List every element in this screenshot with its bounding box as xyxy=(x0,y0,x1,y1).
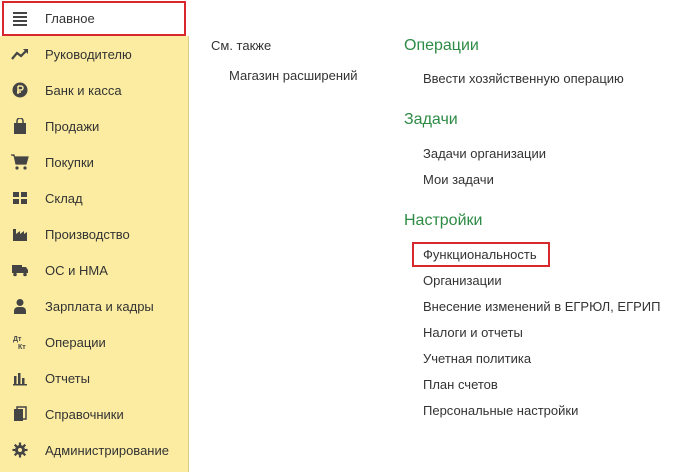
sidebar-item-label: Банк и касса xyxy=(45,82,122,98)
warehouse-grid-icon xyxy=(11,189,29,207)
shopping-bag-icon xyxy=(11,117,29,135)
sidebar-item-label: Отчеты xyxy=(45,370,90,386)
link-organization-tasks[interactable]: Задачи организации xyxy=(423,146,546,161)
person-icon xyxy=(11,297,29,315)
sidebar-item-label: Администрирование xyxy=(45,442,169,458)
sidebar-item-directories[interactable]: Справочники xyxy=(0,396,189,432)
ruble-coin-icon xyxy=(11,81,29,99)
sidebar-item-label: Склад xyxy=(45,190,83,206)
books-icon xyxy=(11,405,29,423)
sidebar-item-administration[interactable]: Администрирование xyxy=(0,432,189,468)
svg-text:Кт: Кт xyxy=(18,344,26,350)
sidebar-item-warehouse[interactable]: Склад xyxy=(0,180,189,216)
sidebar-nav: Главное Руководителю Банк и касса Продаж… xyxy=(0,0,189,472)
section-title-operations: Операции xyxy=(404,37,479,54)
link-my-tasks[interactable]: Мои задачи xyxy=(423,172,494,187)
link-accounting-policy[interactable]: Учетная политика xyxy=(423,351,531,366)
sidebar-item-label: Покупки xyxy=(45,154,94,170)
factory-icon xyxy=(11,225,29,243)
link-functionality[interactable]: Функциональность xyxy=(423,247,537,262)
gear-icon xyxy=(11,441,29,459)
sidebar-item-label: Операции xyxy=(45,334,106,350)
bar-chart-icon xyxy=(11,369,29,387)
sidebar-item-main[interactable]: Главное xyxy=(0,0,189,36)
sidebar-item-fixed-assets[interactable]: ОС и НМА xyxy=(0,252,189,288)
sidebar-item-manager[interactable]: Руководителю xyxy=(0,36,189,72)
link-taxes-and-reports[interactable]: Налоги и отчеты xyxy=(423,325,523,340)
link-egrul-changes[interactable]: Внесение изменений в ЕГРЮЛ, ЕГРИП xyxy=(423,299,660,314)
trend-chart-icon xyxy=(11,45,29,63)
see-also-heading: См. также xyxy=(211,38,272,53)
link-chart-of-accounts[interactable]: План счетов xyxy=(423,377,498,392)
sidebar-item-label: Производство xyxy=(45,226,130,242)
sidebar-item-label: Продажи xyxy=(45,118,100,134)
sidebar-item-label: Главное xyxy=(45,10,95,26)
truck-icon xyxy=(11,261,29,279)
sidebar-item-label: ОС и НМА xyxy=(45,262,108,278)
link-organizations[interactable]: Организации xyxy=(423,273,502,288)
section-title-settings: Настройки xyxy=(404,212,483,229)
sidebar-item-label: Руководителю xyxy=(45,46,132,62)
sidebar-item-label: Справочники xyxy=(45,406,124,422)
extensions-store-link[interactable]: Магазин расширений xyxy=(229,68,358,83)
sidebar-item-production[interactable]: Производство xyxy=(0,216,189,252)
sidebar-item-bank[interactable]: Банк и касса xyxy=(0,72,189,108)
svg-text:Дт: Дт xyxy=(13,336,22,343)
shopping-cart-icon xyxy=(11,153,29,171)
sidebar-item-salary[interactable]: Зарплата и кадры xyxy=(0,288,189,324)
debit-credit-icon: Дт Кт xyxy=(11,333,29,351)
link-personal-settings[interactable]: Персональные настройки xyxy=(423,403,578,418)
link-enter-business-operation[interactable]: Ввести хозяйственную операцию xyxy=(423,71,624,86)
section-title-tasks: Задачи xyxy=(404,111,458,128)
sidebar-item-operations[interactable]: Дт Кт Операции xyxy=(0,324,189,360)
hamburger-menu-icon xyxy=(11,9,29,27)
sidebar-item-reports[interactable]: Отчеты xyxy=(0,360,189,396)
sidebar-item-sales[interactable]: Продажи xyxy=(0,108,189,144)
sidebar-item-label: Зарплата и кадры xyxy=(45,298,154,314)
sidebar-item-purchases[interactable]: Покупки xyxy=(0,144,189,180)
